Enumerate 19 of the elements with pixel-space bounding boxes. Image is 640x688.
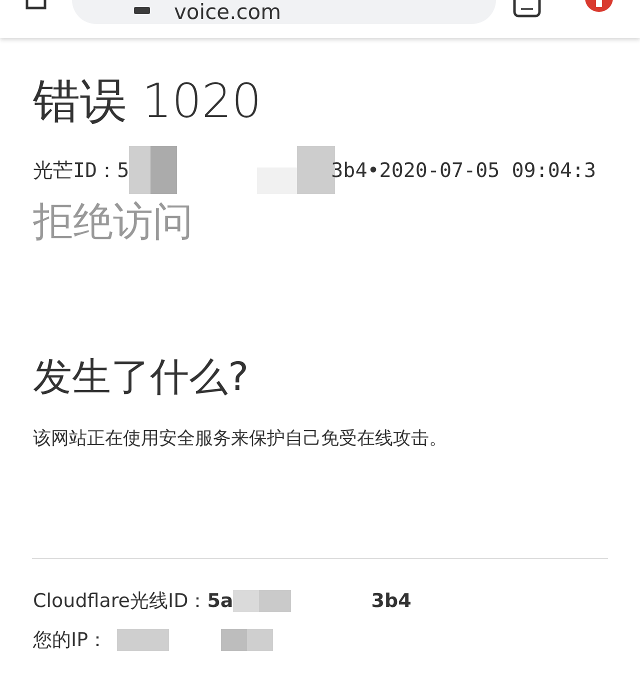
redaction-block [221,628,274,651]
ray-id-end: 3b4•2020-07-05 09:04:3 [331,156,596,184]
error-title: 错误 1020 [33,76,263,128]
url-text: voice.com [174,2,282,23]
ray-id-label: Cloudflare光线ID： [33,589,208,614]
error-subtitle: 拒绝访问 [33,200,194,244]
tabs-icon[interactable] [513,0,541,18]
explanation-text: 该网站正在使用安全服务来保护自己免受在线攻击。 [33,427,448,452]
section-heading: 发生了什么? [33,354,250,402]
ray-id-end: 3b4 [371,589,412,614]
ip-label: 您的IP： [33,628,108,653]
redaction-block [129,146,178,194]
ray-id-label: 光芒ID： [33,156,118,184]
lock-icon [134,7,150,15]
redaction-block [233,590,292,612]
ray-id-start: 5a [207,589,234,614]
ray-id-start: 5 [117,156,130,184]
address-bar[interactable]: voice.com [72,0,496,24]
redaction-block [117,628,170,651]
